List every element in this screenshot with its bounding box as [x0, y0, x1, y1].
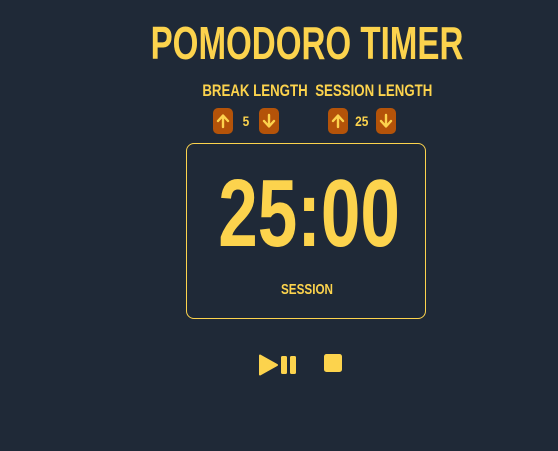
arrow-up-icon: [332, 114, 345, 129]
stop-icon: [324, 353, 342, 372]
arrow-up-icon: [216, 114, 230, 129]
app-title: POMODORO TIMER: [150, 17, 464, 69]
timer-display: 25:00: [218, 160, 400, 267]
break-length-control: BREAK LENGTH 5: [190, 80, 308, 134]
arrow-down-icon: [379, 113, 392, 128]
session-decrement-button[interactable]: [375, 108, 396, 134]
arrow-down-icon: [262, 113, 276, 128]
play-pause-icon: [259, 354, 296, 376]
break-length-value: 5: [242, 113, 250, 129]
timer-label: SESSION: [280, 281, 334, 298]
break-increment-button[interactable]: [213, 108, 233, 134]
playback-controls: [258, 352, 344, 378]
session-length-row: 25: [302, 108, 422, 134]
session-length-control: SESSION LENGTH 25: [302, 80, 433, 134]
break-decrement-button[interactable]: [259, 108, 279, 134]
timer-panel: 25:00 SESSION: [186, 143, 426, 319]
session-length-value: 25: [355, 113, 369, 129]
session-increment-button[interactable]: [328, 108, 349, 134]
break-length-row: 5: [190, 108, 302, 134]
stop-button[interactable]: [322, 352, 344, 379]
break-length-label: BREAK LENGTH: [202, 81, 308, 100]
play-pause-button[interactable]: [258, 353, 300, 377]
session-length-label: SESSION LENGTH: [315, 81, 433, 100]
